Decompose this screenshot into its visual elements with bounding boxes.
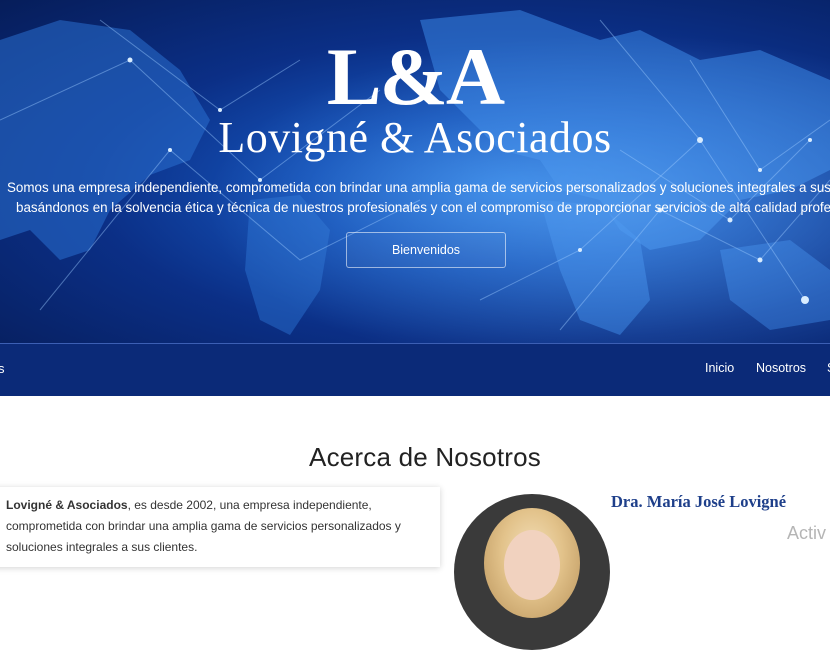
company-logo-name: Lovigné & Asociados: [218, 113, 612, 162]
about-company-name: Lovigné & Asociados: [6, 498, 128, 512]
about-section-title: Acerca de Nosotros: [309, 442, 541, 472]
about-line-2: comprometida con brindar una amplia gama…: [6, 519, 401, 533]
doctor-name-heading: Dra. María José Lovigné: [611, 492, 787, 511]
doctor-photo-avatar: [454, 494, 610, 650]
windows-activation-watermark: Activ: [787, 523, 827, 543]
hero-banner: L&A Lovigné & Asociados Somos una empres…: [0, 0, 830, 343]
navbar-brand-fragment[interactable]: s: [0, 361, 5, 376]
hero-description: Somos una empresa independiente, comprom…: [0, 178, 830, 218]
welcome-button[interactable]: Bienvenidos: [346, 232, 506, 268]
about-line-1: Lovigné & Asociados, es desde 2002, una …: [6, 495, 426, 516]
nav-item-inicio[interactable]: Inicio: [705, 361, 734, 375]
hero-description-line-1: Somos una empresa independiente, comprom…: [7, 180, 830, 195]
logo-monogram: L&A: [326, 31, 505, 122]
about-card: Lovigné & Asociados, es desde 2002, una …: [0, 487, 440, 567]
main-navbar: s Inicio Nosotros S: [0, 343, 830, 396]
photo-face: [504, 530, 560, 600]
hero-description-line-2: basándonos en la solvencia ética y técni…: [16, 200, 830, 215]
about-text-after-name: , es desde 2002, una empresa independien…: [127, 498, 372, 512]
about-description: Lovigné & Asociados, es desde 2002, una …: [6, 495, 426, 558]
nav-item-nosotros[interactable]: Nosotros: [756, 361, 806, 375]
about-line-3: soluciones integrales a sus clientes.: [6, 540, 198, 554]
